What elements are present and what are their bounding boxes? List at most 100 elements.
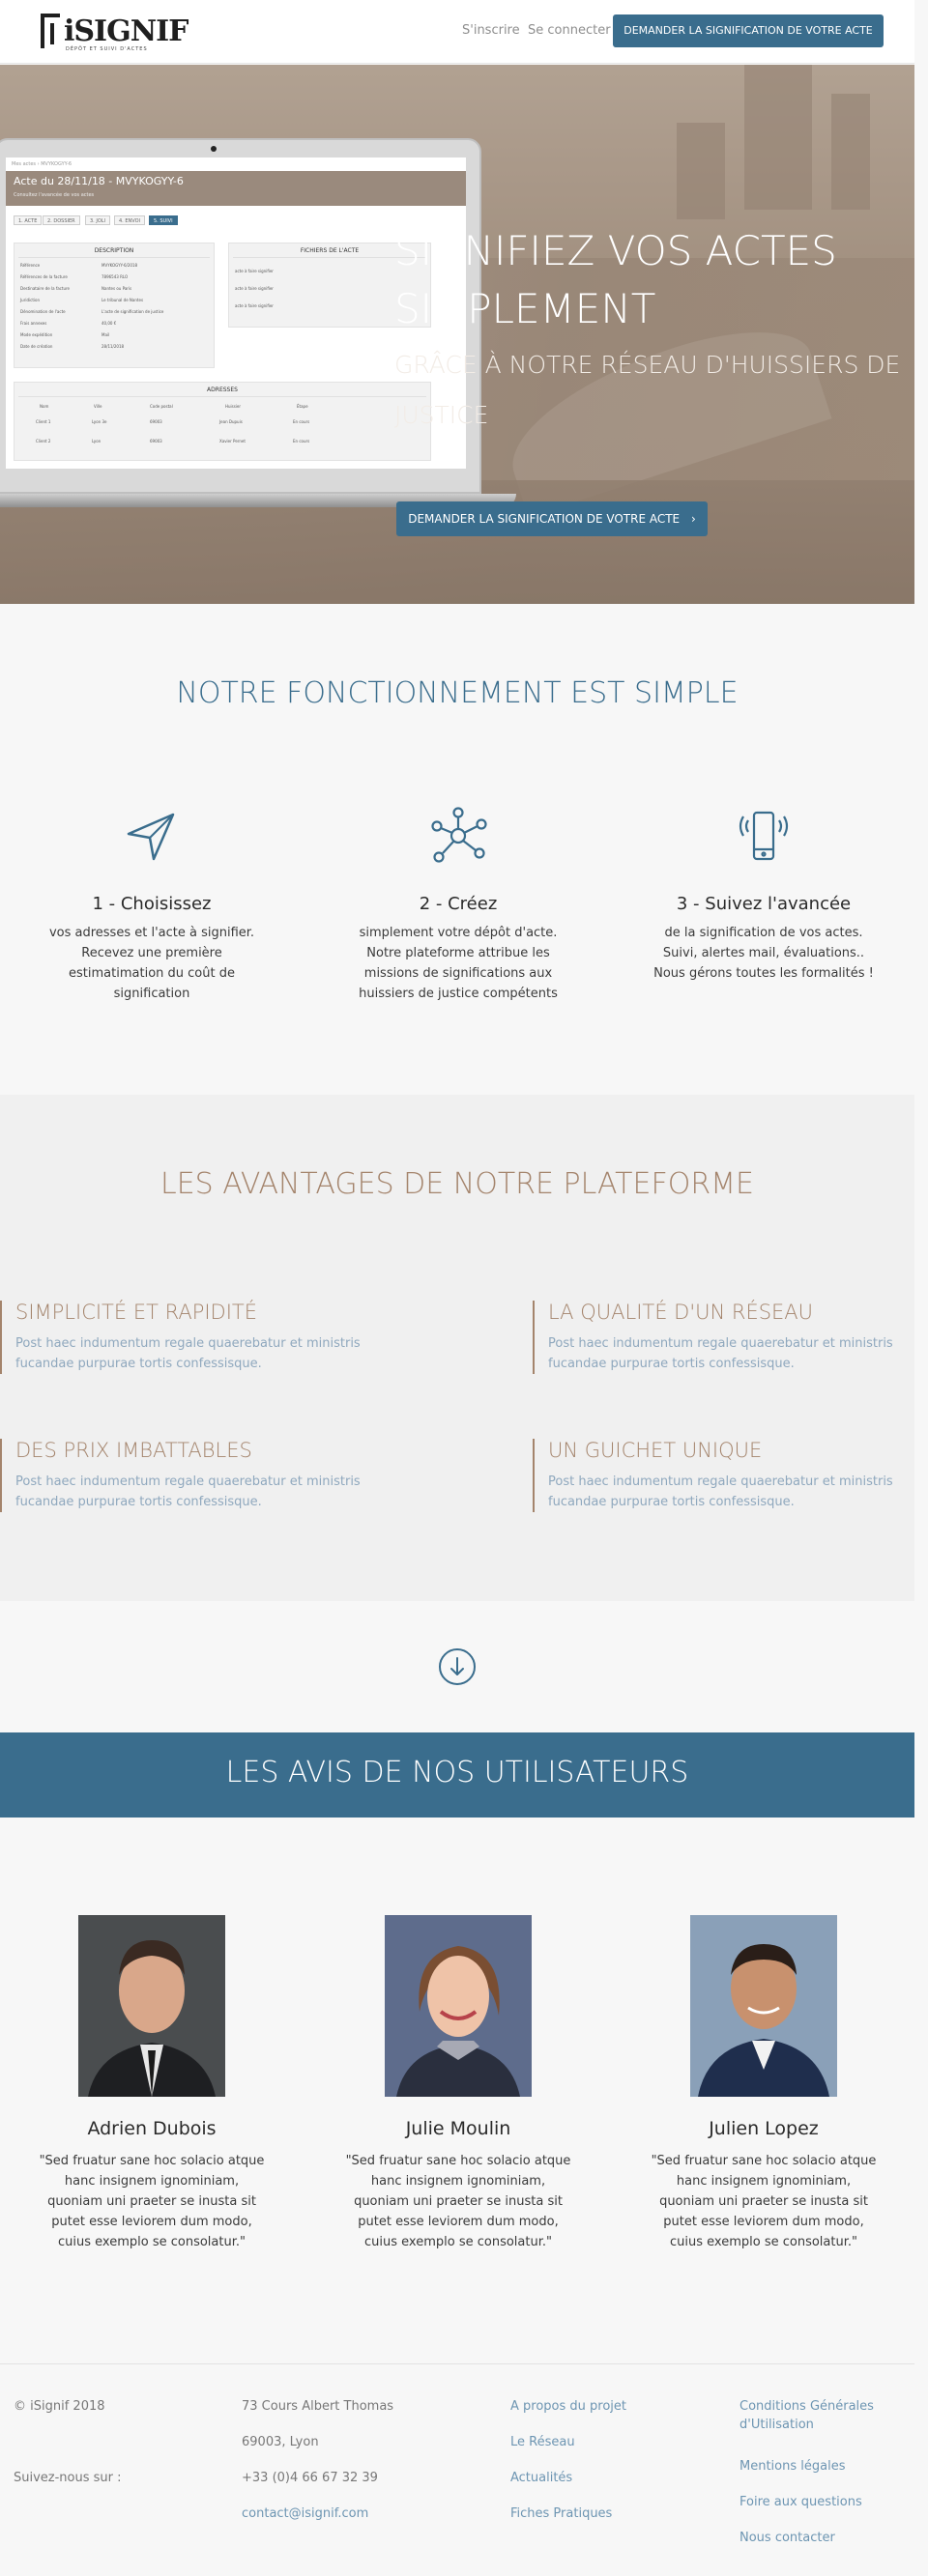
logo-text: iSIGNIF	[64, 14, 188, 48]
avatar-image	[78, 1915, 225, 2097]
avatar-image	[690, 1915, 837, 2097]
arrow-down-icon	[450, 1657, 464, 1675]
screen-description-panel: DESCRIPTION Référence Références de la f…	[14, 243, 215, 368]
file-row: acte à faire signifier	[235, 303, 274, 308]
avatar-image	[385, 1915, 532, 2097]
desc-value: 28/11/2018	[102, 344, 125, 349]
how-step-title: 2 - Créez	[419, 894, 498, 914]
avatar	[690, 1915, 837, 2097]
hero-title-line2: SIMPLEMENT	[394, 285, 656, 332]
logo-mark-icon	[41, 14, 60, 48]
footer-link-network[interactable]: Le Réseau	[510, 2435, 575, 2449]
footer-link-cgu[interactable]: Conditions Générales d'Utilisation	[740, 2399, 874, 2432]
how-step-desc: simplement votre dépôt d'acte. Notre pla…	[359, 926, 558, 1001]
smartphone-icon	[739, 811, 789, 861]
reviews-banner: LES AVIS DE NOS UTILISATEURS	[0, 1732, 914, 1818]
addr-cell: Client 2	[36, 439, 51, 444]
desc-label: Références de la facture	[20, 274, 68, 279]
advantage-title: SIMPLICITÉ ET RAPIDITÉ	[15, 1301, 258, 1324]
screen-panel-title: ADRESSES	[207, 386, 238, 393]
screen-step-active: 5. SUIVI	[149, 215, 178, 225]
desc-value: Mail	[102, 332, 110, 337]
desc-label: Dénomination de l'acte	[20, 309, 66, 314]
advantage-item: SIMPLICITÉ ET RAPIDITÉ Post haec indumen…	[0, 1301, 383, 1374]
footer-link-cgu-line1: Conditions Générales	[740, 2399, 874, 2414]
how-title: NOTRE FONCTIONNEMENT EST SIMPLE	[176, 676, 739, 710]
addr-cell: 69003	[150, 419, 162, 424]
chevron-right-icon: ›	[690, 512, 696, 526]
advantage-text: Post haec indumentum regale quaerebatur …	[548, 1336, 893, 1371]
desc-label: Destinataire de la facture	[20, 286, 70, 291]
addr-col: Code postal	[150, 404, 173, 409]
advantage-item: DES PRIX IMBATTABLES Post haec indumentu…	[0, 1439, 383, 1512]
advantage-text: Post haec indumentum regale quaerebatur …	[548, 1474, 893, 1509]
advantage-title: LA QUALITÉ D'UN RÉSEAU	[548, 1301, 814, 1324]
desc-label: Frais annexes	[20, 321, 47, 326]
review-card: Julie Moulin "Sed fruatur sane hoc solac…	[342, 1915, 574, 2282]
addr-cell: Jean Dupuis	[219, 419, 243, 424]
addr-cell: 69003	[150, 439, 162, 444]
avatar	[78, 1915, 225, 2097]
hero-cta-label: DEMANDER LA SIGNIFICATION DE VOTRE ACTE	[408, 512, 681, 526]
footer-email-link[interactable]: contact@isignif.com	[242, 2506, 368, 2521]
scroll-down-button[interactable]	[439, 1648, 476, 1685]
footer-link-faq[interactable]: Foire aux questions	[740, 2495, 862, 2509]
desc-value: 40,00 €	[102, 321, 117, 326]
footer: © iSignif 2018 Suivez-nous sur : 73 Cour…	[0, 2363, 914, 2576]
addr-col: Nom	[40, 404, 49, 409]
signup-link[interactable]: S'inscrire	[462, 23, 520, 38]
footer-link-guides[interactable]: Fiches Pratiques	[510, 2506, 612, 2521]
footer-link-about[interactable]: A propos du projet	[510, 2399, 626, 2414]
review-author: Julien Lopez	[709, 2118, 819, 2139]
screen-panel-title: DESCRIPTION	[94, 247, 134, 254]
advantage-text: Post haec indumentum regale quaerebatur …	[15, 1336, 361, 1371]
addr-col: Huissier	[225, 404, 242, 409]
login-link[interactable]: Se connecter	[528, 23, 611, 38]
advantage-text: Post haec indumentum regale quaerebatur …	[15, 1474, 361, 1509]
review-card: Julien Lopez "Sed fruatur sane hoc solac…	[648, 1915, 880, 2282]
reviews-title: LES AVIS DE NOS UTILISATEURS	[225, 1756, 689, 1789]
hero-title-line1: SIGNIFIEZ VOS ACTES	[394, 227, 837, 274]
file-row: acte à faire signifier	[235, 286, 274, 291]
how-step-1: 1 - Choisissez vos adresses et l'acte à …	[36, 807, 268, 1019]
desc-value: MVYKOGYY-6/2018	[102, 263, 138, 268]
desc-value: 7896543 RLO	[102, 274, 129, 279]
review-author: Adrien Dubois	[87, 2118, 217, 2139]
desc-label: Référence	[20, 263, 41, 268]
top-navbar: iSIGNIF DÉPÔT ET SUIVI D'ACTES S'inscrir…	[0, 0, 914, 64]
nav-cta-button[interactable]: DEMANDER LA SIGNIFICATION DE VOTRE ACTE	[613, 14, 884, 47]
review-quote: "Sed fruatur sane hoc solacio atque hanc…	[39, 2154, 265, 2249]
screen-title: Acte du 28/11/18 - MVYKOGYY-6	[14, 175, 184, 187]
footer-link-contact[interactable]: Nous contacter	[740, 2531, 835, 2545]
divider	[18, 257, 210, 258]
screen-step: 3. JOLI	[85, 215, 111, 225]
network-icon	[431, 807, 487, 863]
avatar	[385, 1915, 532, 2097]
desc-value: Nantes ou Paris	[102, 286, 132, 291]
addr-cell: En cours	[293, 439, 310, 444]
advantage-item: LA QUALITÉ D'UN RÉSEAU Post haec indumen…	[533, 1301, 915, 1374]
desc-label: Date de création	[20, 344, 53, 349]
footer-phone: +33 (0)4 66 67 32 39	[242, 2471, 378, 2485]
file-row: acte à faire signifier	[235, 269, 274, 273]
footer-link-legal[interactable]: Mentions légales	[740, 2459, 845, 2474]
desc-label: Mode expédition	[20, 332, 53, 337]
addr-cell: Lyon 3e	[92, 419, 107, 424]
how-step-desc: vos adresses et l'acte à signifier. Rece…	[48, 926, 255, 1001]
how-step-title: 3 - Suivez l'avancée	[676, 894, 852, 914]
advantages-title: LES AVANTAGES DE NOTRE PLATEFORME	[160, 1167, 755, 1201]
footer-follow: Suivez-nous sur :	[14, 2471, 122, 2485]
advantage-item: UN GUICHET UNIQUE Post haec indumentum r…	[533, 1439, 915, 1512]
desc-value: L'acte de signification de justice	[102, 309, 164, 314]
review-author: Julie Moulin	[405, 2118, 511, 2139]
addr-cell: Client 1	[36, 419, 51, 424]
screen-breadcrumb: Mes actes › MVYKOGYY-6	[12, 161, 72, 167]
how-step-desc: de la signification de vos actes. Suivi,…	[653, 926, 874, 981]
camera-icon	[211, 146, 217, 152]
hero-cta-button[interactable]: DEMANDER LA SIGNIFICATION DE VOTRE ACTE …	[396, 501, 708, 536]
addr-cell: En cours	[293, 419, 310, 424]
footer-link-cgu-line2: d'Utilisation	[740, 2418, 814, 2432]
footer-link-news[interactable]: Actualités	[510, 2471, 572, 2485]
how-step-3: 3 - Suivez l'avancée de la signification…	[648, 807, 880, 1019]
paper-plane-icon	[127, 813, 175, 861]
